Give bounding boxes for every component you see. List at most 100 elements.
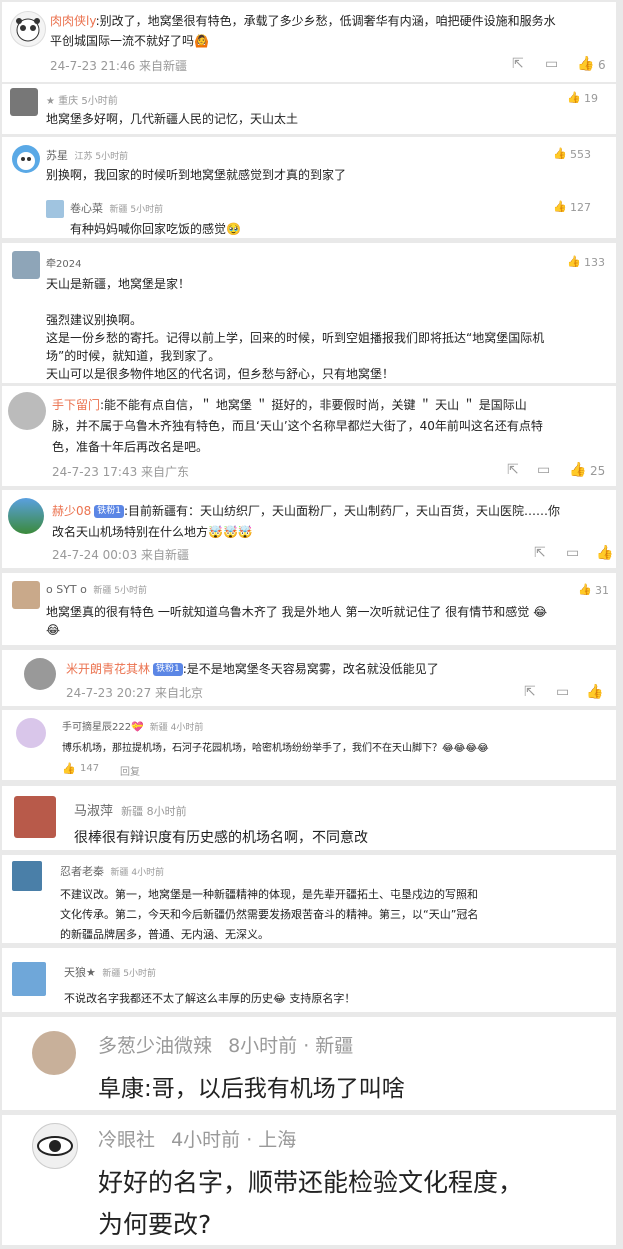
like-count: 127 xyxy=(570,201,591,214)
comment-meta: 4小时前 · 上海 xyxy=(171,1129,297,1151)
like-icon[interactable]: 👍 xyxy=(586,684,603,700)
commenter-name[interactable]: 米开朗青花其林 xyxy=(66,662,150,676)
like-icon[interactable]: 👍 xyxy=(62,762,76,775)
comment-text-line: 天山可以是很多物件地区的代名词，但乡愁与舒心，只有地窝堡！ xyxy=(46,367,395,381)
comment-card: 牵2024 👍 133 天山是新疆，地窝堡是家！ 强烈建议别换啊。 这是一份乡愁… xyxy=(2,243,616,383)
comment-text: 色，准备十年后再改名是吧。 xyxy=(52,440,209,454)
avatar[interactable] xyxy=(8,392,46,430)
share-icon[interactable]: ⇱ xyxy=(512,56,524,72)
comment-text: 地窝堡真的很有特色 一听就知道乌鲁木齐了 我是外地人 第一次听就记住了 很有情节… xyxy=(46,605,548,619)
commenter-name[interactable]: 手下留门 xyxy=(52,398,100,412)
comment-card: 忍者老秦 新疆 4小时前 不建议改。第一，地窝堡是一种新疆精神的体现，是先辈开疆… xyxy=(2,855,616,943)
like-count: 147 xyxy=(80,763,100,774)
like-icon[interactable]: 👍 xyxy=(567,91,581,104)
avatar[interactable] xyxy=(24,658,56,690)
commenter-name[interactable]: 苏星 xyxy=(46,149,68,162)
avatar[interactable] xyxy=(12,251,40,279)
avatar[interactable] xyxy=(16,718,46,748)
comment-text-line: 这是一份乡愁的寄托。记得以前上学，回来的时候，听到空姐播报我们即将抵达“地窝堡国… xyxy=(46,331,545,345)
panda-avatar-icon xyxy=(16,18,40,42)
like-icon[interactable]: 👍 xyxy=(569,462,586,478)
user-badge-icon: ★ xyxy=(46,96,55,107)
comment-text-line: 强烈建议别换啊。 xyxy=(46,313,143,327)
comment-text: 😂 xyxy=(46,623,61,637)
comment-text: 平创城国际一流不就好了吗🙆 xyxy=(50,34,209,48)
comment-card: ★ 重庆 5小时前 👍 19 地窝堡多好啊，几代新疆人民的记忆，天山太土 xyxy=(2,84,616,134)
share-icon[interactable]: ⇱ xyxy=(534,545,546,561)
comment-location-time: 新疆 8小时前 xyxy=(121,805,187,818)
avatar[interactable] xyxy=(10,11,46,47)
reply-location-time: 新疆 5小时前 xyxy=(109,205,164,215)
comment-location-time: 新疆 5小时前 xyxy=(93,586,147,596)
like-count: 133 xyxy=(584,256,605,269)
comment-card: 手可摘星辰222💝 新疆 4小时前 博乐机场，那拉提机场，石河子花园机场，哈密机… xyxy=(2,710,616,780)
comment-icon[interactable]: ▭ xyxy=(556,684,569,700)
comment-card: 手下留门:能不能有点自信，＂ 地窝堡 ＂ 挺好的，非要假时尚，关键 ＂ 天山 ＂… xyxy=(2,386,616,486)
fan-badge: 铁粉1 xyxy=(94,505,125,518)
like-icon[interactable]: 👍 xyxy=(596,545,613,561)
user-badge-icon: 💝 xyxy=(131,722,144,733)
comment-text: 地窝堡多好啊，几代新疆人民的记忆，天山太土 xyxy=(46,112,299,126)
comment-icon[interactable]: ▭ xyxy=(545,56,558,72)
comment-text-line: 场”的时候，就知道，我到家了。 xyxy=(46,349,221,363)
fan-badge: 铁粉1 xyxy=(153,663,183,676)
comment-text: 很棒很有辩识度有历史感的机场名啊，不同意改 xyxy=(74,830,368,846)
avatar[interactable] xyxy=(10,88,38,116)
comment-icon[interactable]: ▭ xyxy=(566,545,579,561)
like-icon[interactable]: 👍 xyxy=(577,56,594,72)
commenter-name[interactable]: 牵2024 xyxy=(46,255,81,270)
like-icon[interactable]: 👍 xyxy=(553,147,567,160)
like-icon[interactable]: 👍 xyxy=(578,583,592,596)
comment-icon[interactable]: ▭ xyxy=(537,462,550,478)
reply-avatar[interactable] xyxy=(46,200,64,218)
avatar[interactable] xyxy=(14,796,56,838)
like-icon[interactable]: 👍 xyxy=(567,255,581,268)
comment-text: 脉，并不属于乌鲁木齐独有特色，而且‘天山’这个名称早都烂大街了，40年前叫这名还… xyxy=(52,419,543,433)
like-count: 19 xyxy=(584,92,598,105)
commenter-name[interactable]: o SYT o xyxy=(46,583,87,596)
reply-name[interactable]: 卷心菜 xyxy=(70,202,103,215)
commenter-name[interactable]: 马淑萍 xyxy=(74,804,113,819)
avatar[interactable] xyxy=(12,145,40,173)
avatar[interactable] xyxy=(32,1031,76,1075)
comment-text: 文化传承。第二，今天和今后新疆仍然需要发扬艰苦奋斗的精神。第三，以“天山”冠名 xyxy=(60,908,479,921)
comment-text: 阜康:哥，以后我有机场了叫啥 xyxy=(98,1076,405,1102)
comment-card: 米开朗青花其林 铁粉1:是不是地窝堡冬天容易窝雾，改名就没低能见了 24-7-23… xyxy=(2,650,616,706)
comment-location-time: 江苏 5小时前 xyxy=(74,152,129,162)
comment-time: 24-7-24 00:03 来自新疆 xyxy=(52,548,190,562)
comment-card: 多葱少油微辣 8小时前 · 新疆 阜康:哥，以后我有机场了叫啥 xyxy=(2,1017,616,1110)
comment-location-time: 新疆 4小时前 xyxy=(149,723,204,733)
commenter-name[interactable]: 忍者老秦 xyxy=(60,865,104,878)
comment-text: 不建议改。第一，地窝堡是一种新疆精神的体现，是先辈开疆拓土、屯垦戍边的写照和 xyxy=(60,888,478,901)
like-count: 6 xyxy=(598,58,606,72)
avatar[interactable] xyxy=(32,1123,78,1169)
avatar[interactable] xyxy=(12,962,46,996)
commenter-name[interactable]: 多葱少油微辣 xyxy=(98,1035,212,1057)
commenter-name[interactable]: 手可摘星辰222 xyxy=(62,722,131,733)
comment-text: :目前新疆有：天山纺织厂，天山面粉厂，天山制药厂，天山百货，天山医院……你 xyxy=(124,504,561,518)
comment-text: :别改了，地窝堡很有特色，承载了多少乡愁，低调奢华有内涵，咱把硬件设施和服务水 xyxy=(95,14,556,28)
comment-text: 好好的名字，顺带还能检验文化程度， xyxy=(98,1168,524,1197)
comment-text: 的新疆品牌居多，普通、无内涵、无深义。 xyxy=(60,928,269,941)
avatar[interactable] xyxy=(12,581,40,609)
share-icon[interactable]: ⇱ xyxy=(524,684,536,700)
comment-text: :是不是地窝堡冬天容易窝雾，改名就没低能见了 xyxy=(182,662,439,676)
commenter-name[interactable]: 肉肉侠ly xyxy=(50,14,96,28)
share-icon[interactable]: ⇱ xyxy=(507,462,519,478)
comment-card: 肉肉侠ly:别改了，地窝堡很有特色，承载了多少乡愁，低调奢华有内涵，咱把硬件设施… xyxy=(2,2,616,82)
commenter-name[interactable]: 赫少08 xyxy=(52,504,91,518)
commenter-name[interactable]: 冷眼社 xyxy=(98,1129,155,1151)
comment-location-time: 新疆 4小时前 xyxy=(110,868,165,878)
avatar[interactable] xyxy=(8,498,44,534)
comment-meta: 8小时前 · 新疆 xyxy=(228,1035,354,1057)
commenter-name[interactable]: 天狼★ xyxy=(64,966,96,979)
reply-button[interactable]: 回复 xyxy=(120,763,140,778)
cartoon-avatar-icon xyxy=(17,152,35,170)
avatar[interactable] xyxy=(12,861,42,891)
comment-time: 24-7-23 17:43 来自广东 xyxy=(52,465,190,479)
comment-text: :能不能有点自信，＂ 地窝堡 ＂ 挺好的，非要假时尚，关键 ＂ 天山 ＂ 是国际… xyxy=(100,398,527,412)
comment-text: 不说改名字我都还不太了解这么丰厚的历史😂 支持原名字！ xyxy=(64,992,356,1005)
like-icon[interactable]: 👍 xyxy=(553,200,567,213)
comment-text: 博乐机场，那拉提机场，石河子花园机场，哈密机场纷纷举手了，我们不在天山脚下？😂😂… xyxy=(62,743,489,754)
comment-location-time: 重庆 5小时前 xyxy=(58,96,118,107)
